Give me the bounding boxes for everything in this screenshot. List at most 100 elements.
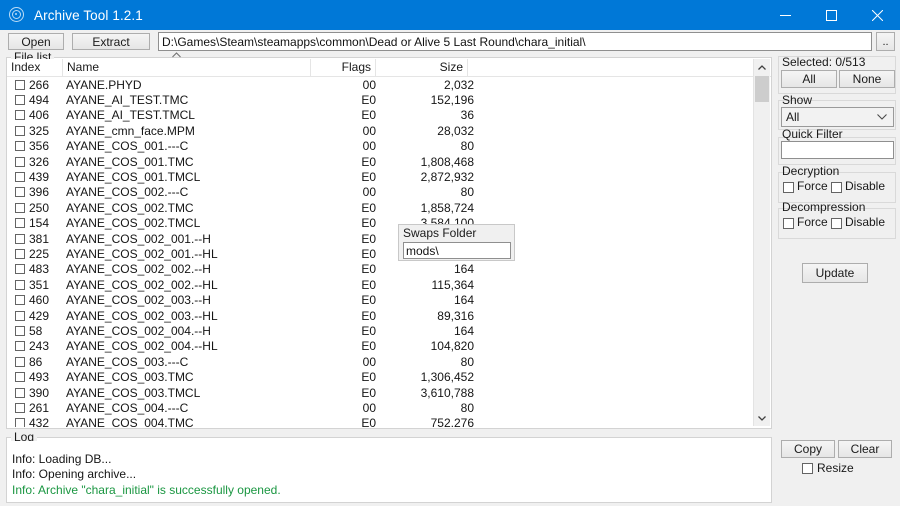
cell-index: 86 xyxy=(29,354,43,369)
cell-name: AYANE_COS_002_003.--HL xyxy=(66,308,218,323)
decompression-disable-label[interactable]: Disable xyxy=(845,215,885,229)
row-checkbox[interactable] xyxy=(15,325,25,336)
table-row[interactable]: 266 AYANE.PHYD 00 2,032 xyxy=(7,77,771,92)
row-checkbox[interactable] xyxy=(15,95,25,106)
open-button[interactable]: Open xyxy=(8,33,64,50)
scroll-up-icon[interactable] xyxy=(754,59,770,75)
cell-name: AYANE_COS_001.TMCL xyxy=(66,170,201,185)
table-row[interactable]: 381 AYANE_COS_002_001.--H E0 xyxy=(7,231,771,246)
decompression-disable-checkbox[interactable] xyxy=(831,218,842,229)
table-row[interactable]: 250 AYANE_COS_002.TMC E0 1,858,724 xyxy=(7,200,771,215)
log-output[interactable]: Info: Loading DB... Info: Opening archive… xyxy=(8,441,770,501)
row-checkbox[interactable] xyxy=(15,156,25,167)
row-checkbox[interactable] xyxy=(15,279,25,290)
table-row[interactable]: 243 AYANE_COS_002_004.--HL E0 104,820 xyxy=(7,339,771,354)
table-row[interactable]: 483 AYANE_COS_002_002.--H E0 164 xyxy=(7,262,771,277)
cell-flags: E0 xyxy=(361,339,376,354)
decompression-force-checkbox[interactable] xyxy=(783,218,794,229)
column-header-size[interactable]: Size xyxy=(376,59,468,76)
table-row[interactable]: 429 AYANE_COS_002_003.--HL E0 89,316 xyxy=(7,308,771,323)
row-checkbox[interactable] xyxy=(15,172,25,183)
resize-checkbox[interactable] xyxy=(802,463,813,474)
cell-flags: 00 xyxy=(362,400,376,415)
cell-index: 396 xyxy=(29,185,50,200)
archive-path-input[interactable]: D:\Games\Steam\steamapps\common\Dead or … xyxy=(158,32,872,51)
table-row[interactable]: 406 AYANE_AI_TEST.TMCL E0 36 xyxy=(7,108,771,123)
file-list-scrollbar[interactable] xyxy=(753,59,770,426)
minimize-button[interactable] xyxy=(762,0,808,30)
scroll-down-icon[interactable] xyxy=(754,410,770,426)
cell-index: 494 xyxy=(29,93,50,108)
copy-log-button[interactable]: Copy xyxy=(781,440,835,458)
quick-filter-label: Quick Filter xyxy=(782,127,843,141)
table-row[interactable]: 154AYANE_COS_002.TMCLE03,584,100 xyxy=(7,216,771,231)
table-row[interactable]: 439 AYANE_COS_001.TMCL E0 2,872,932 xyxy=(7,169,771,184)
decryption-force-checkbox[interactable] xyxy=(783,182,794,193)
row-checkbox[interactable] xyxy=(15,310,25,321)
cell-index: 351 xyxy=(29,277,50,292)
table-row[interactable]: 396 AYANE_COS_002.---C 00 80 xyxy=(7,185,771,200)
row-checkbox[interactable] xyxy=(15,202,25,213)
row-checkbox[interactable] xyxy=(15,418,25,427)
row-checkbox[interactable] xyxy=(15,402,25,413)
row-checkbox[interactable] xyxy=(15,387,25,398)
browse-button[interactable]: .. xyxy=(876,32,895,51)
table-row[interactable]: 351 AYANE_COS_002_002.--HL E0 115,364 xyxy=(7,277,771,292)
select-all-button[interactable]: All xyxy=(781,70,837,88)
row-checkbox[interactable] xyxy=(15,341,25,352)
maximize-button[interactable] xyxy=(808,0,854,30)
decryption-disable-checkbox[interactable] xyxy=(831,182,842,193)
table-row[interactable]: 460 AYANE_COS_002_003.--H E0 164 xyxy=(7,292,771,307)
cell-name: AYANE_COS_002.TMCL xyxy=(66,216,201,231)
row-checkbox[interactable] xyxy=(15,218,25,229)
cell-flags: E0 xyxy=(361,246,376,261)
row-checkbox[interactable] xyxy=(15,295,25,306)
file-list-view[interactable]: Index Name Flags Size 266 AYANE.PHYD 00 2,0… xyxy=(7,59,771,427)
column-header-index[interactable]: Index xyxy=(7,59,63,76)
update-button[interactable]: Update xyxy=(802,263,868,283)
column-header-name[interactable]: Name xyxy=(63,59,311,76)
column-header-flags[interactable]: Flags xyxy=(311,59,376,76)
resize-label[interactable]: Resize xyxy=(817,461,854,475)
table-row[interactable]: 225 AYANE_COS_002_001.--HL E0 xyxy=(7,246,771,261)
cell-size: 115,364 xyxy=(431,277,475,292)
show-filter-select[interactable]: All xyxy=(781,107,894,127)
decryption-disable-label[interactable]: Disable xyxy=(845,179,885,193)
row-checkbox[interactable] xyxy=(15,110,25,121)
row-checkbox[interactable] xyxy=(15,141,25,152)
cell-index: 381 xyxy=(29,231,50,246)
row-checkbox[interactable] xyxy=(15,356,25,367)
row-checkbox[interactable] xyxy=(15,233,25,244)
table-row[interactable]: 58 AYANE_COS_002_004.--H E0 164 xyxy=(7,323,771,338)
row-checkbox[interactable] xyxy=(15,264,25,275)
cell-index: 429 xyxy=(29,308,50,323)
cell-name: AYANE_COS_002_001.--H xyxy=(66,231,211,246)
row-checkbox[interactable] xyxy=(15,372,25,383)
close-button[interactable] xyxy=(854,0,900,30)
table-row[interactable]: 493 AYANE_COS_003.TMC E0 1,306,452 xyxy=(7,369,771,384)
row-checkbox[interactable] xyxy=(15,248,25,259)
table-row[interactable]: 325 AYANE_cmn_face.MPM 00 28,032 xyxy=(7,123,771,138)
decryption-force-label[interactable]: Force xyxy=(797,179,828,193)
table-row[interactable]: 432 AYANE_COS_004.TMC E0 752,276 xyxy=(7,416,771,427)
cell-flags: E0 xyxy=(361,416,376,427)
cell-flags: 00 xyxy=(362,354,376,369)
select-none-button[interactable]: None xyxy=(839,70,895,88)
quick-filter-input[interactable] xyxy=(781,141,894,159)
row-checkbox[interactable] xyxy=(15,187,25,198)
extract-button[interactable]: Extract xyxy=(72,33,150,50)
row-checkbox[interactable] xyxy=(15,125,25,136)
table-row[interactable]: 356 AYANE_COS_001.---C 00 80 xyxy=(7,139,771,154)
row-checkbox[interactable] xyxy=(15,79,25,90)
swaps-folder-input[interactable]: mods\ xyxy=(403,242,511,259)
scrollbar-thumb[interactable] xyxy=(755,76,769,102)
decompression-force-label[interactable]: Force xyxy=(797,215,828,229)
table-row[interactable]: 326 AYANE_COS_001.TMC E0 1,808,468 xyxy=(7,154,771,169)
table-row[interactable]: 86 AYANE_COS_003.---C 00 80 xyxy=(7,354,771,369)
cell-name: AYANE_COS_002_002.--HL xyxy=(66,277,218,292)
table-row[interactable]: 494 AYANE_AI_TEST.TMC E0 152,196 xyxy=(7,92,771,107)
table-row[interactable]: 390 AYANE_COS_003.TMCL E0 3,610,788 xyxy=(7,385,771,400)
options-panel: Selected: 0/513 All None Show All Quick … xyxy=(778,52,900,429)
clear-log-button[interactable]: Clear xyxy=(838,440,892,458)
table-row[interactable]: 261 AYANE_COS_004.---C 00 80 xyxy=(7,400,771,415)
